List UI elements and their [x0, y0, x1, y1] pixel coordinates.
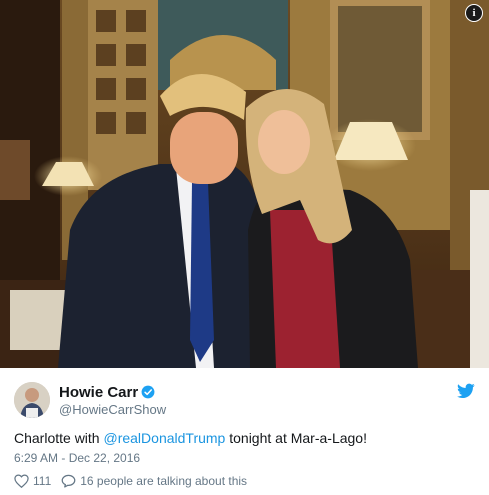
mention-link[interactable]: @realDonaldTrump: [103, 430, 225, 446]
tweet-text-prefix: Charlotte with: [14, 430, 104, 446]
author-handle[interactable]: @HowieCarrShow: [59, 402, 166, 417]
tweet-text: Charlotte with @realDonaldTrump tonight …: [14, 430, 367, 446]
avatar-image: [14, 382, 50, 418]
replies-text: 16 people are talking about this: [80, 474, 248, 488]
heart-icon: [14, 474, 29, 488]
tweet-actions: 111 16 people are talking about this: [14, 474, 257, 488]
comment-icon: [61, 474, 76, 488]
twitter-bird-icon[interactable]: [457, 383, 475, 399]
verified-badge-icon: [141, 385, 155, 399]
tweet-timestamp[interactable]: 6:29 AM - Dec 22, 2016: [14, 451, 140, 465]
like-button[interactable]: 111: [14, 474, 51, 488]
tweet-card: i Howie Carr @HowieCarrShow Charlotte wi…: [0, 0, 489, 495]
author-name[interactable]: Howie Carr: [59, 384, 155, 401]
tweet-text-suffix: tonight at Mar-a-Lago!: [225, 430, 367, 446]
tweet-photo[interactable]: i: [0, 0, 489, 368]
tweet-header: Howie Carr @HowieCarrShow: [14, 381, 479, 421]
avatar[interactable]: [14, 382, 50, 418]
reply-link[interactable]: 16 people are talking about this: [61, 474, 247, 488]
author-name-text: Howie Carr: [59, 384, 139, 401]
like-count: 111: [33, 474, 52, 488]
info-icon[interactable]: i: [465, 4, 483, 22]
photo-illustration: [0, 0, 489, 368]
